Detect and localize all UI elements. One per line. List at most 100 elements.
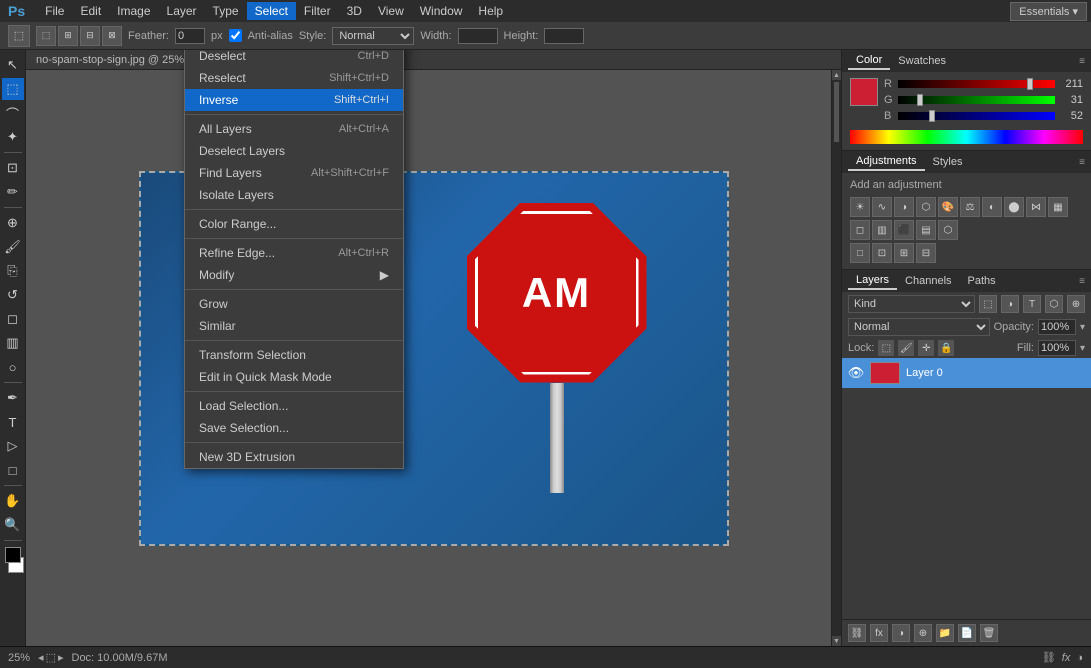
menu-new-3d-extrusion[interactable]: New 3D Extrusion bbox=[185, 446, 403, 468]
menu-inverse[interactable]: Inverse Shift+Ctrl+I bbox=[185, 89, 403, 111]
adj-vibrance[interactable]: ⬡ bbox=[916, 197, 936, 217]
link-layers-btn[interactable]: ⛓ bbox=[848, 624, 866, 642]
menu-color-range[interactable]: Color Range... bbox=[185, 213, 403, 235]
spectrum-bar[interactable] bbox=[850, 130, 1083, 144]
adj-hue[interactable]: 🎨 bbox=[938, 197, 958, 217]
add-mask-btn[interactable]: ◑ bbox=[892, 624, 910, 642]
menu-reselect[interactable]: Reselect Shift+Ctrl+D bbox=[185, 67, 403, 89]
tool-marquee[interactable]: ⬚ bbox=[2, 78, 24, 100]
mask-icon[interactable]: ◑ bbox=[1076, 652, 1083, 664]
foreground-color[interactable] bbox=[5, 547, 21, 563]
blend-mode-select[interactable]: Normal bbox=[848, 318, 990, 336]
tool-gradient[interactable]: ▥ bbox=[2, 332, 24, 354]
adj-brightness[interactable]: ☀ bbox=[850, 197, 870, 217]
status-next-btn[interactable]: ▸ bbox=[58, 651, 64, 664]
swatches-tab[interactable]: Swatches bbox=[890, 53, 954, 69]
menu-type[interactable]: Type bbox=[205, 2, 247, 20]
tool-zoom[interactable]: 🔍 bbox=[2, 514, 24, 536]
feather-input[interactable] bbox=[175, 28, 205, 44]
style-select[interactable]: Normal Fixed Ratio Fixed Size bbox=[332, 27, 414, 45]
adj-selective-color[interactable]: ⬡ bbox=[938, 220, 958, 240]
menu-grow[interactable]: Grow bbox=[185, 293, 403, 315]
adj-invert[interactable]: ◻ bbox=[850, 220, 870, 240]
tool-pen[interactable]: ✒ bbox=[2, 387, 24, 409]
scroll-up-arrow[interactable]: ▲ bbox=[832, 70, 841, 80]
tool-move[interactable]: ↖ bbox=[2, 54, 24, 76]
menu-deselect[interactable]: Deselect Ctrl+D bbox=[185, 50, 403, 67]
antialias-checkbox[interactable] bbox=[229, 29, 242, 42]
add-style-btn[interactable]: fx bbox=[870, 624, 888, 642]
scroll-thumb-v[interactable] bbox=[834, 82, 839, 142]
layers-link-icon[interactable]: ⛓ bbox=[1042, 651, 1056, 664]
lock-all-btn[interactable]: 🔒 bbox=[938, 340, 954, 356]
menu-help[interactable]: Help bbox=[470, 2, 511, 20]
menu-view[interactable]: View bbox=[370, 2, 412, 20]
menu-edit[interactable]: Edit bbox=[72, 2, 109, 20]
menu-modify[interactable]: Modify ▶ bbox=[185, 264, 403, 286]
tool-magic-wand[interactable]: ✦ bbox=[2, 126, 24, 148]
menu-image[interactable]: Image bbox=[109, 2, 158, 20]
kind-select[interactable]: Kind bbox=[848, 295, 975, 313]
menu-transform-selection[interactable]: Transform Selection bbox=[185, 344, 403, 366]
adj-colorbalance[interactable]: ⚖ bbox=[960, 197, 980, 217]
kind-shape-icon[interactable]: ⬡ bbox=[1045, 295, 1063, 313]
scroll-down-arrow[interactable]: ▼ bbox=[832, 636, 841, 646]
menu-isolate-layers[interactable]: Isolate Layers bbox=[185, 184, 403, 206]
status-prev-btn[interactable]: ◂ bbox=[38, 651, 44, 664]
kind-type-icon[interactable]: T bbox=[1023, 295, 1041, 313]
fill-arrow[interactable]: ▾ bbox=[1080, 343, 1085, 354]
color-swatch[interactable] bbox=[850, 78, 878, 106]
color-tab[interactable]: Color bbox=[848, 52, 890, 70]
tool-clone[interactable]: ⎘ bbox=[2, 260, 24, 282]
adjustments-tab[interactable]: Adjustments bbox=[848, 153, 925, 171]
tool-eraser[interactable]: ◻ bbox=[2, 308, 24, 330]
menu-deselect-layers[interactable]: Deselect Layers bbox=[185, 140, 403, 162]
tool-crop[interactable]: ⊡ bbox=[2, 157, 24, 179]
tool-heal[interactable]: ⊕ bbox=[2, 212, 24, 234]
adj-channel-mixer[interactable]: ⋈ bbox=[1026, 197, 1046, 217]
tool-path-select[interactable]: ▷ bbox=[2, 435, 24, 457]
channels-tab[interactable]: Channels bbox=[897, 273, 959, 289]
g-slider[interactable] bbox=[898, 96, 1055, 104]
menu-find-layers[interactable]: Find Layers Alt+Shift+Ctrl+F bbox=[185, 162, 403, 184]
color-panel-collapse[interactable]: ≡ bbox=[1079, 56, 1085, 67]
lock-position-btn[interactable]: ✛ bbox=[918, 340, 934, 356]
new-group-btn[interactable]: 📁 bbox=[936, 624, 954, 642]
g-thumb[interactable] bbox=[917, 94, 923, 106]
adj-extra2[interactable]: ⊡ bbox=[872, 243, 892, 263]
menu-save-selection[interactable]: Save Selection... bbox=[185, 417, 403, 439]
tool-text[interactable]: T bbox=[2, 411, 24, 433]
status-screen-btn[interactable]: ⬚ bbox=[46, 651, 56, 664]
paths-tab[interactable]: Paths bbox=[960, 273, 1004, 289]
menu-load-selection[interactable]: Load Selection... bbox=[185, 395, 403, 417]
delete-layer-btn[interactable]: 🗑 bbox=[980, 624, 998, 642]
add-selection-btn[interactable]: ⊞ bbox=[58, 26, 78, 46]
adj-bw[interactable]: ◐ bbox=[982, 197, 1002, 217]
adj-photo-filter[interactable]: ⬤ bbox=[1004, 197, 1024, 217]
opacity-input[interactable] bbox=[1038, 319, 1076, 335]
menu-refine-edge[interactable]: Refine Edge... Alt+Ctrl+R bbox=[185, 242, 403, 264]
r-thumb[interactable] bbox=[1027, 78, 1033, 90]
menu-filter[interactable]: Filter bbox=[296, 2, 339, 20]
fx-icon[interactable]: fx bbox=[1062, 652, 1071, 664]
tool-history-brush[interactable]: ↺ bbox=[2, 284, 24, 306]
menu-file[interactable]: File bbox=[37, 2, 72, 20]
menu-quick-mask[interactable]: Edit in Quick Mask Mode bbox=[185, 366, 403, 388]
tool-shape[interactable]: □ bbox=[2, 459, 24, 481]
fill-input[interactable] bbox=[1038, 340, 1076, 356]
adj-color-lookup[interactable]: ▦ bbox=[1048, 197, 1068, 217]
adj-extra4[interactable]: ⊟ bbox=[916, 243, 936, 263]
styles-tab[interactable]: Styles bbox=[925, 154, 971, 170]
adj-exposure[interactable]: ◑ bbox=[894, 197, 914, 217]
tool-lasso[interactable]: ⌒ bbox=[2, 102, 24, 124]
layer-visibility-eye[interactable]: 👁 bbox=[848, 365, 864, 381]
menu-3d[interactable]: 3D bbox=[339, 2, 370, 20]
new-layer-btn[interactable]: 📄 bbox=[958, 624, 976, 642]
adj-gradient-map[interactable]: ▤ bbox=[916, 220, 936, 240]
table-row[interactable]: 👁 Layer 0 bbox=[842, 358, 1091, 388]
intersect-selection-btn[interactable]: ⊠ bbox=[102, 26, 122, 46]
b-thumb[interactable] bbox=[929, 110, 935, 122]
new-adjustment-btn[interactable]: ⊕ bbox=[914, 624, 932, 642]
opacity-arrow[interactable]: ▾ bbox=[1080, 322, 1085, 333]
width-input[interactable] bbox=[458, 28, 498, 44]
